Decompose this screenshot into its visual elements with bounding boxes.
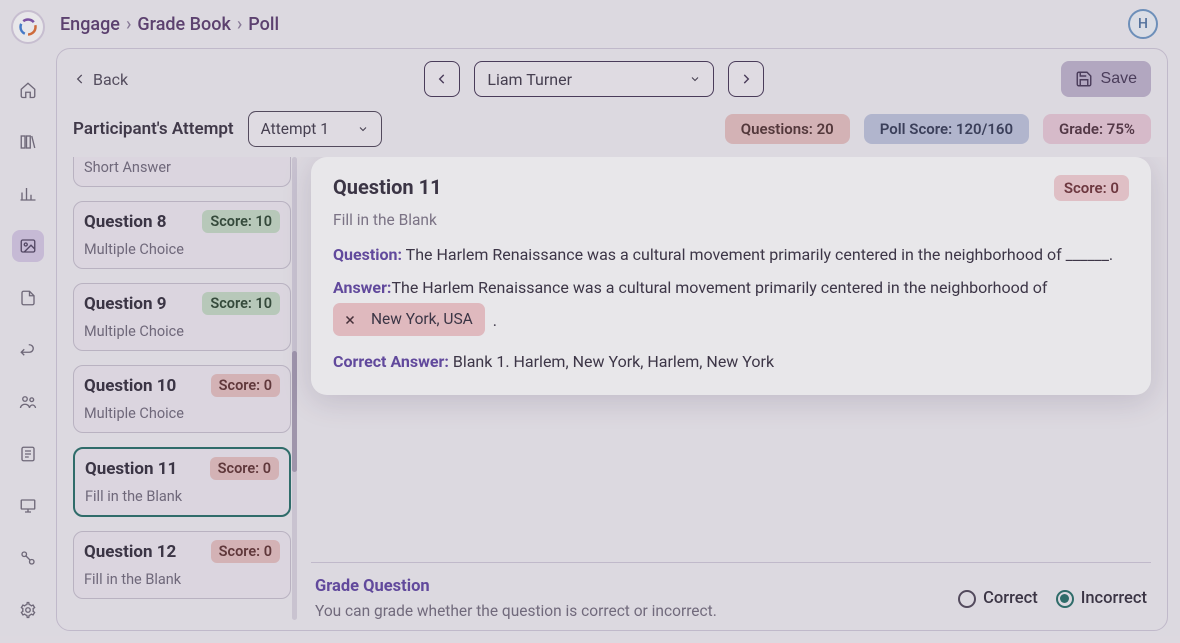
- attempt-select[interactable]: Attempt 1: [248, 111, 382, 147]
- notes-icon[interactable]: [12, 438, 44, 470]
- detail-score: Score: 0: [1054, 175, 1129, 201]
- question-score: Score: 0: [211, 374, 280, 397]
- question-score: Score: 0: [210, 457, 279, 480]
- question-label: Question:: [333, 245, 402, 264]
- recycle-icon[interactable]: [12, 334, 44, 366]
- grade-panel: Back Liam Turner Save Participant's Atte…: [56, 48, 1168, 631]
- question-score: Score: 10: [202, 210, 280, 233]
- question-card[interactable]: Short Answer: [73, 157, 291, 187]
- answer-suffix: .: [493, 312, 497, 331]
- question-title: Question 9: [84, 294, 167, 314]
- correct-text: Blank 1. Harlem, New York, Harlem, New Y…: [449, 352, 774, 371]
- question-card-selected[interactable]: Question 11 Score: 0 Fill in the Blank: [73, 447, 291, 517]
- radio-icon: [1056, 590, 1074, 608]
- question-title: Question 8: [84, 212, 167, 232]
- wrong-answer-chip: New York, USA: [333, 303, 485, 335]
- question-type: Multiple Choice: [84, 405, 280, 422]
- crumb-poll[interactable]: Poll: [248, 14, 279, 35]
- attempt-value: Attempt 1: [261, 120, 329, 138]
- breadcrumb: Engage › Grade Book › Poll: [60, 14, 279, 35]
- grade-title: Grade Question: [315, 577, 717, 596]
- avatar[interactable]: H: [1128, 9, 1158, 39]
- prev-student-button[interactable]: [424, 61, 460, 97]
- chevron-down-icon: [357, 123, 369, 135]
- question-card[interactable]: Question 10 Score: 0 Multiple Choice: [73, 365, 291, 433]
- save-label: Save: [1101, 70, 1137, 88]
- crumb-engage[interactable]: Engage: [60, 14, 120, 35]
- back-button[interactable]: Back: [73, 70, 128, 89]
- pollscore-chip: Poll Score: 120/160: [864, 114, 1029, 144]
- answer-label: Answer:: [333, 278, 391, 297]
- grade-subtitle: You can grade whether the question is co…: [315, 602, 717, 620]
- analytics-icon[interactable]: [12, 178, 44, 210]
- question-card[interactable]: Question 9 Score: 10 Multiple Choice: [73, 283, 291, 351]
- question-text: The Harlem Renaissance was a cultural mo…: [402, 245, 1113, 264]
- x-icon: [339, 309, 361, 331]
- chip-text: New York, USA: [371, 308, 473, 330]
- radio-icon: [958, 590, 976, 608]
- answer-prefix: The Harlem Renaissance was a cultural mo…: [391, 278, 1047, 297]
- question-type: Multiple Choice: [84, 241, 280, 258]
- app-logo: [11, 10, 45, 44]
- question-score: Score: 0: [211, 540, 280, 563]
- student-select[interactable]: Liam Turner: [474, 61, 714, 97]
- chevron-right-icon: ›: [237, 14, 242, 35]
- document-icon[interactable]: [12, 282, 44, 314]
- attempt-label: Participant's Attempt: [73, 119, 234, 139]
- topbar: Engage › Grade Book › Poll H: [56, 0, 1168, 48]
- nav-rail: [0, 0, 56, 643]
- question-title: Question 11: [85, 459, 177, 479]
- chevron-right-icon: ›: [126, 14, 131, 35]
- grade-correct-radio[interactable]: Correct: [958, 589, 1038, 608]
- question-type: Multiple Choice: [84, 323, 280, 340]
- correct-line: Correct Answer: Blank 1. Harlem, New Yor…: [333, 350, 1129, 373]
- grade-chip: Grade: 75%: [1043, 114, 1151, 144]
- library-icon[interactable]: [12, 126, 44, 158]
- scrollbar[interactable]: [292, 157, 297, 620]
- crumb-gradebook[interactable]: Grade Book: [137, 14, 230, 35]
- radio-label: Incorrect: [1081, 589, 1147, 608]
- grade-incorrect-radio[interactable]: Incorrect: [1056, 589, 1147, 608]
- question-detail-card: Question 11 Score: 0 Fill in the Blank Q…: [311, 157, 1151, 395]
- student-name: Liam Turner: [487, 70, 572, 89]
- home-icon[interactable]: [12, 74, 44, 106]
- question-card[interactable]: Question 8 Score: 10 Multiple Choice: [73, 201, 291, 269]
- back-label: Back: [93, 70, 128, 89]
- chevron-down-icon: [689, 73, 701, 85]
- next-student-button[interactable]: [728, 61, 764, 97]
- question-title: Question 12: [84, 542, 176, 562]
- image-icon[interactable]: [12, 230, 44, 262]
- detail-title: Question 11: [333, 175, 442, 199]
- integrations-icon[interactable]: [12, 542, 44, 574]
- grade-footer: Grade Question You can grade whether the…: [311, 562, 1151, 620]
- question-list: Short Answer Question 8 Score: 10 Multip…: [73, 157, 291, 620]
- save-button[interactable]: Save: [1061, 61, 1151, 97]
- question-line: Question: The Harlem Renaissance was a c…: [333, 243, 1129, 266]
- question-type: Short Answer: [84, 159, 280, 176]
- question-score: Score: 10: [202, 292, 280, 315]
- answer-line: Answer:The Harlem Renaissance was a cult…: [333, 276, 1129, 336]
- detail-type: Fill in the Blank: [333, 211, 1129, 229]
- radio-label: Correct: [983, 589, 1038, 608]
- question-card[interactable]: Question 12 Score: 0 Fill in the Blank: [73, 531, 291, 599]
- question-type: Fill in the Blank: [85, 488, 279, 505]
- presentation-icon[interactable]: [12, 490, 44, 522]
- save-icon: [1075, 70, 1093, 88]
- people-icon[interactable]: [12, 386, 44, 418]
- correct-label: Correct Answer:: [333, 352, 449, 371]
- questions-chip: Questions: 20: [725, 114, 850, 144]
- question-title: Question 10: [84, 376, 176, 396]
- question-type: Fill in the Blank: [84, 571, 280, 588]
- settings-icon[interactable]: [12, 594, 44, 626]
